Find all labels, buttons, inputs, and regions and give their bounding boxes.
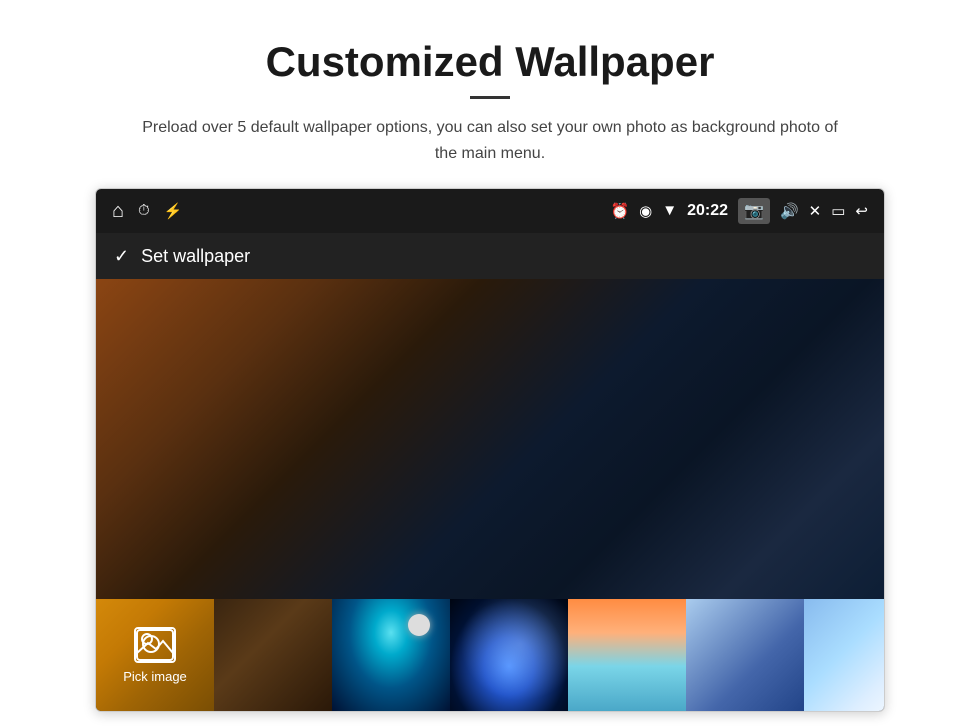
page-title: Customized Wallpaper <box>266 38 715 86</box>
subtitle: Preload over 5 default wallpaper options… <box>140 115 840 166</box>
status-bar: ⌂ ⏱ ⚡ ⏰ ◉ ▼ 20:22 📷 🔊 ✕ ▭ ↩ <box>96 189 884 233</box>
pick-image-icon <box>134 627 176 663</box>
close-icon[interactable]: ✕ <box>809 202 822 221</box>
wallpaper-thumb-7[interactable] <box>804 599 884 711</box>
wallpaper-thumb-5[interactable] <box>568 599 686 711</box>
camera-icon[interactable]: 📷 <box>738 198 770 224</box>
status-left: ⌂ ⏱ ⚡ <box>112 200 182 223</box>
thumbnail-strip: Pick image <box>96 599 884 711</box>
back-icon[interactable]: ↩ <box>855 202 868 221</box>
volume-icon[interactable]: 🔊 <box>780 202 799 221</box>
wifi-icon: ▼ <box>662 203 677 220</box>
check-icon[interactable]: ✓ <box>114 246 129 267</box>
usb-icon: ⚡ <box>164 202 183 221</box>
set-wallpaper-label: Set wallpaper <box>141 246 250 267</box>
home-icon[interactable]: ⌂ <box>112 200 124 223</box>
wallpaper-thumb-4[interactable] <box>450 599 568 711</box>
pick-label: Pick image <box>123 669 187 684</box>
device-screen: ⌂ ⏱ ⚡ ⏰ ◉ ▼ 20:22 📷 🔊 ✕ ▭ ↩ ✓ Set wallpa… <box>95 188 885 712</box>
wallpaper-thumb-6[interactable] <box>686 599 804 711</box>
wallpaper-preview <box>96 279 884 599</box>
window-icon[interactable]: ▭ <box>831 202 845 221</box>
alarm-icon: ⏰ <box>610 202 629 221</box>
time-display: 20:22 <box>687 202 728 220</box>
status-right: ⏰ ◉ ▼ 20:22 📷 🔊 ✕ ▭ ↩ <box>610 198 868 224</box>
clock-icon: ⏱ <box>138 202 150 220</box>
location-icon: ◉ <box>639 202 652 221</box>
wallpaper-thumb-2[interactable] <box>214 599 332 711</box>
app-bar: ✓ Set wallpaper <box>96 233 884 279</box>
pick-image-thumb[interactable]: Pick image <box>96 599 214 711</box>
wallpaper-thumb-3[interactable] <box>332 599 450 711</box>
title-divider <box>470 96 510 99</box>
